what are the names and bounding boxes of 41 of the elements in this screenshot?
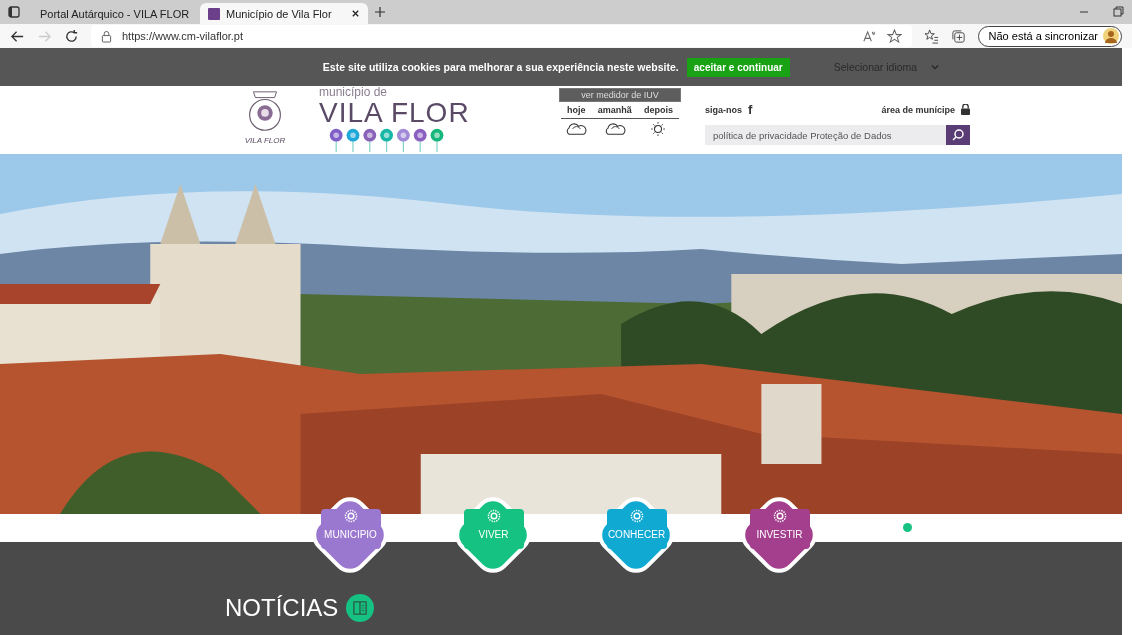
flower-icon (772, 508, 787, 523)
book-icon[interactable] (346, 594, 375, 622)
sync-button[interactable]: Não está a sincronizar (977, 25, 1122, 47)
flower-icon (486, 508, 501, 523)
uv-meter-button[interactable]: ver medidor de IUV (559, 88, 681, 102)
citizen-area-link[interactable]: área de munícipe (881, 104, 955, 115)
chevron-icon (931, 64, 940, 70)
url-text[interactable]: https://www.cm-vilaflor.pt (122, 30, 244, 42)
lock-icon (961, 104, 970, 115)
cookie-message: Este site utiliza cookies para melhorar a sua experiência neste website. (322, 61, 679, 73)
section-title: NOTÍCIAS (225, 594, 339, 622)
logo-title[interactable]: VILA FLOR (319, 98, 509, 128)
favorites-icon[interactable] (923, 28, 939, 44)
forecast-day[interactable]: depois (637, 105, 679, 119)
browser-tab[interactable]: Portal Autárquico - VILA FLOR (26, 3, 194, 24)
slider-dot[interactable] (903, 523, 912, 532)
nav-tile[interactable]: MUNICIPIO (320, 508, 381, 549)
collections-icon[interactable] (950, 28, 966, 44)
browser-tab[interactable]: Município de Vila Flor (200, 3, 368, 24)
cloud-icon (564, 122, 589, 136)
search-icon[interactable] (946, 125, 970, 145)
new-tab-icon[interactable] (374, 6, 386, 18)
refresh-icon[interactable] (64, 28, 79, 44)
forecast-day[interactable]: hoje (561, 105, 592, 119)
profile-icon (1103, 28, 1119, 44)
read-aloud-icon[interactable] (861, 28, 877, 44)
favicon-icon (208, 7, 220, 20)
forecast-day[interactable]: amanhã (591, 105, 638, 119)
tab-actions-icon[interactable] (8, 6, 20, 18)
logo-subtitle: município de (319, 86, 389, 98)
flower-icon (343, 508, 358, 523)
crest-label: VILA FLOR (244, 136, 286, 145)
flower-icon (629, 508, 644, 523)
star-icon[interactable] (886, 28, 902, 44)
close-icon[interactable] (351, 9, 360, 18)
restore-icon[interactable] (1112, 6, 1124, 18)
facebook-link[interactable]: f (748, 102, 753, 117)
crest-logo[interactable]: VILA FLOR (225, 86, 305, 154)
social-label: siga-nos (705, 104, 742, 115)
lock-icon (101, 29, 112, 43)
nav-tile[interactable]: INVESTIR (749, 508, 810, 549)
